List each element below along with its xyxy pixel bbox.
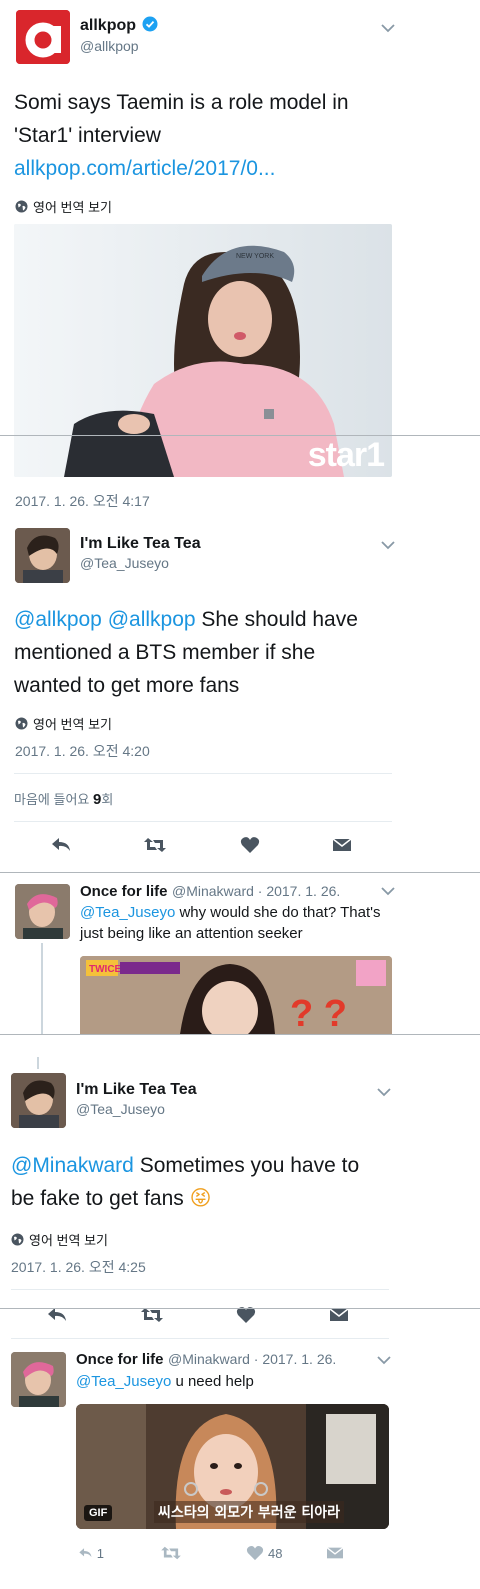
mention-link[interactable]: @allkpop — [108, 608, 196, 631]
globe-icon — [15, 717, 28, 730]
tweet-timestamp[interactable]: 2017. 1. 26. 오전 4:25 — [11, 1257, 146, 1277]
reply-text: @Tea_Juseyo u need help — [76, 1373, 254, 1390]
reply-count: 1 — [96, 1545, 104, 1561]
mention-link[interactable]: @allkpop — [14, 608, 102, 631]
svg-text:? ?: ? ? — [290, 993, 347, 1034]
author-handle[interactable]: @Tea_Juseyo — [80, 555, 169, 571]
retweet-button[interactable] — [160, 1542, 186, 1564]
likes-count[interactable]: 마음에 들어요 9회 — [14, 789, 113, 808]
tweet-text: @allkpop @allkpop She should have mentio… — [14, 608, 358, 697]
translate-link[interactable]: 영어 번역 보기 — [15, 197, 112, 216]
tweet-photo[interactable]: NEW YORK star1 — [14, 224, 392, 477]
message-button[interactable] — [332, 834, 358, 856]
author-handle[interactable]: @Tea_Juseyo — [76, 1101, 165, 1117]
thread-line — [41, 943, 43, 1034]
article-link[interactable]: allkpop.com/article/2017/0... — [14, 157, 275, 180]
retweet-button[interactable] — [143, 834, 169, 856]
message-icon — [332, 838, 352, 851]
chevron-down-icon[interactable] — [376, 1086, 392, 1098]
like-button[interactable] — [240, 834, 266, 856]
verified-badge-icon — [142, 16, 158, 32]
cap-text: NEW YORK — [236, 253, 274, 260]
mention-link[interactable]: @Tea_Juseyo — [76, 1373, 171, 1390]
allkpop-avatar[interactable] — [16, 10, 70, 64]
like-count: 48 — [268, 1545, 283, 1561]
divider — [14, 821, 392, 822]
divider — [11, 1289, 389, 1290]
reply-image[interactable]: ? ? TWICE — [80, 956, 392, 1034]
retweet-icon — [144, 838, 166, 852]
mention-link[interactable]: @Tea_Juseyo — [80, 904, 175, 921]
chevron-down-icon[interactable] — [380, 539, 396, 551]
thread-line — [37, 1057, 39, 1069]
reply-once-for-life-1: Once for life @Minakward · 2017. 1. 26. … — [0, 873, 480, 1034]
reply-icon — [79, 1548, 92, 1558]
tweet-allkpop: allkpop @allkpop Somi says Taemin is a r… — [0, 0, 480, 520]
author-name[interactable]: I'm Like Tea Tea — [80, 535, 201, 553]
reply-header[interactable]: Once for life @Minakward · 2017. 1. 26. — [80, 883, 340, 901]
screenshot-seam — [0, 1308, 480, 1309]
globe-icon — [11, 1233, 24, 1246]
mention-link[interactable]: @Minakward — [11, 1154, 134, 1177]
tweet-tea-2-actions — [0, 1296, 480, 1340]
message-icon — [326, 1547, 344, 1559]
reply-header[interactable]: Once for life @Minakward · 2017. 1. 26. — [76, 1351, 336, 1369]
translate-link[interactable]: 영어 번역 보기 — [15, 714, 112, 733]
reply-image-illustration: ? ? TWICE — [80, 956, 392, 1034]
gif-caption: 씨스타의 외모가 부러운 티아라 — [154, 1501, 345, 1523]
reply-icon — [52, 838, 70, 851]
avatar-illustration — [11, 1073, 66, 1128]
tweet-text: Somi says Taemin is a role model in 'Sta… — [14, 91, 349, 180]
author-name[interactable]: I'm Like Tea Tea — [76, 1081, 197, 1099]
divider — [14, 773, 392, 774]
reply-once-for-life-2: Once for life @Minakward · 2017. 1. 26. … — [0, 1340, 480, 1589]
reply-button[interactable] — [50, 834, 76, 856]
tweet-tea-1: I'm Like Tea Tea @Tea_Juseyo @allkpop @a… — [0, 520, 480, 872]
gif-badge: GIF — [84, 1505, 113, 1521]
tea-avatar[interactable] — [15, 528, 70, 583]
divider — [11, 1338, 389, 1339]
chevron-down-icon[interactable] — [380, 22, 396, 34]
like-button[interactable]: 48 — [246, 1542, 294, 1564]
image-badge: TWICE — [89, 964, 122, 975]
translate-link[interactable]: 영어 번역 보기 — [11, 1230, 108, 1249]
avatar-illustration — [11, 1352, 66, 1407]
retweet-icon — [161, 1546, 181, 1560]
heart-icon — [246, 1545, 264, 1561]
screenshot-seam — [0, 435, 480, 436]
reply-button[interactable]: 1 — [78, 1542, 104, 1564]
message-button[interactable] — [326, 1542, 352, 1564]
tea-avatar[interactable] — [11, 1073, 66, 1128]
tweet-timestamp[interactable]: 2017. 1. 26. 오전 4:20 — [15, 741, 150, 761]
avatar-illustration — [15, 528, 70, 583]
author-name[interactable]: allkpop — [80, 16, 158, 35]
image-watermark: star1 — [307, 436, 385, 474]
heart-icon — [240, 837, 260, 853]
once-avatar[interactable] — [11, 1352, 66, 1407]
once-avatar[interactable] — [15, 884, 70, 939]
chevron-down-icon[interactable] — [380, 885, 396, 897]
author-handle[interactable]: @allkpop — [80, 38, 139, 54]
allkpop-logo — [16, 10, 70, 64]
tweet-timestamp[interactable]: 2017. 1. 26. 오전 4:17 — [15, 491, 150, 511]
avatar-illustration — [15, 884, 70, 939]
emoji-squinting-tongue: 😝 — [189, 1186, 212, 1210]
globe-icon — [15, 200, 28, 213]
reply-gif[interactable]: GIF 씨스타의 외모가 부러운 티아라 — [76, 1404, 389, 1529]
reply-text: @Tea_Juseyo why would she do that? That'… — [80, 904, 381, 942]
chevron-down-icon[interactable] — [376, 1354, 392, 1366]
tweet-tea-2: I'm Like Tea Tea @Tea_Juseyo @Minakward … — [0, 1035, 480, 1309]
tweet-text: @Minakward Sometimes you have to be fake… — [11, 1154, 360, 1210]
